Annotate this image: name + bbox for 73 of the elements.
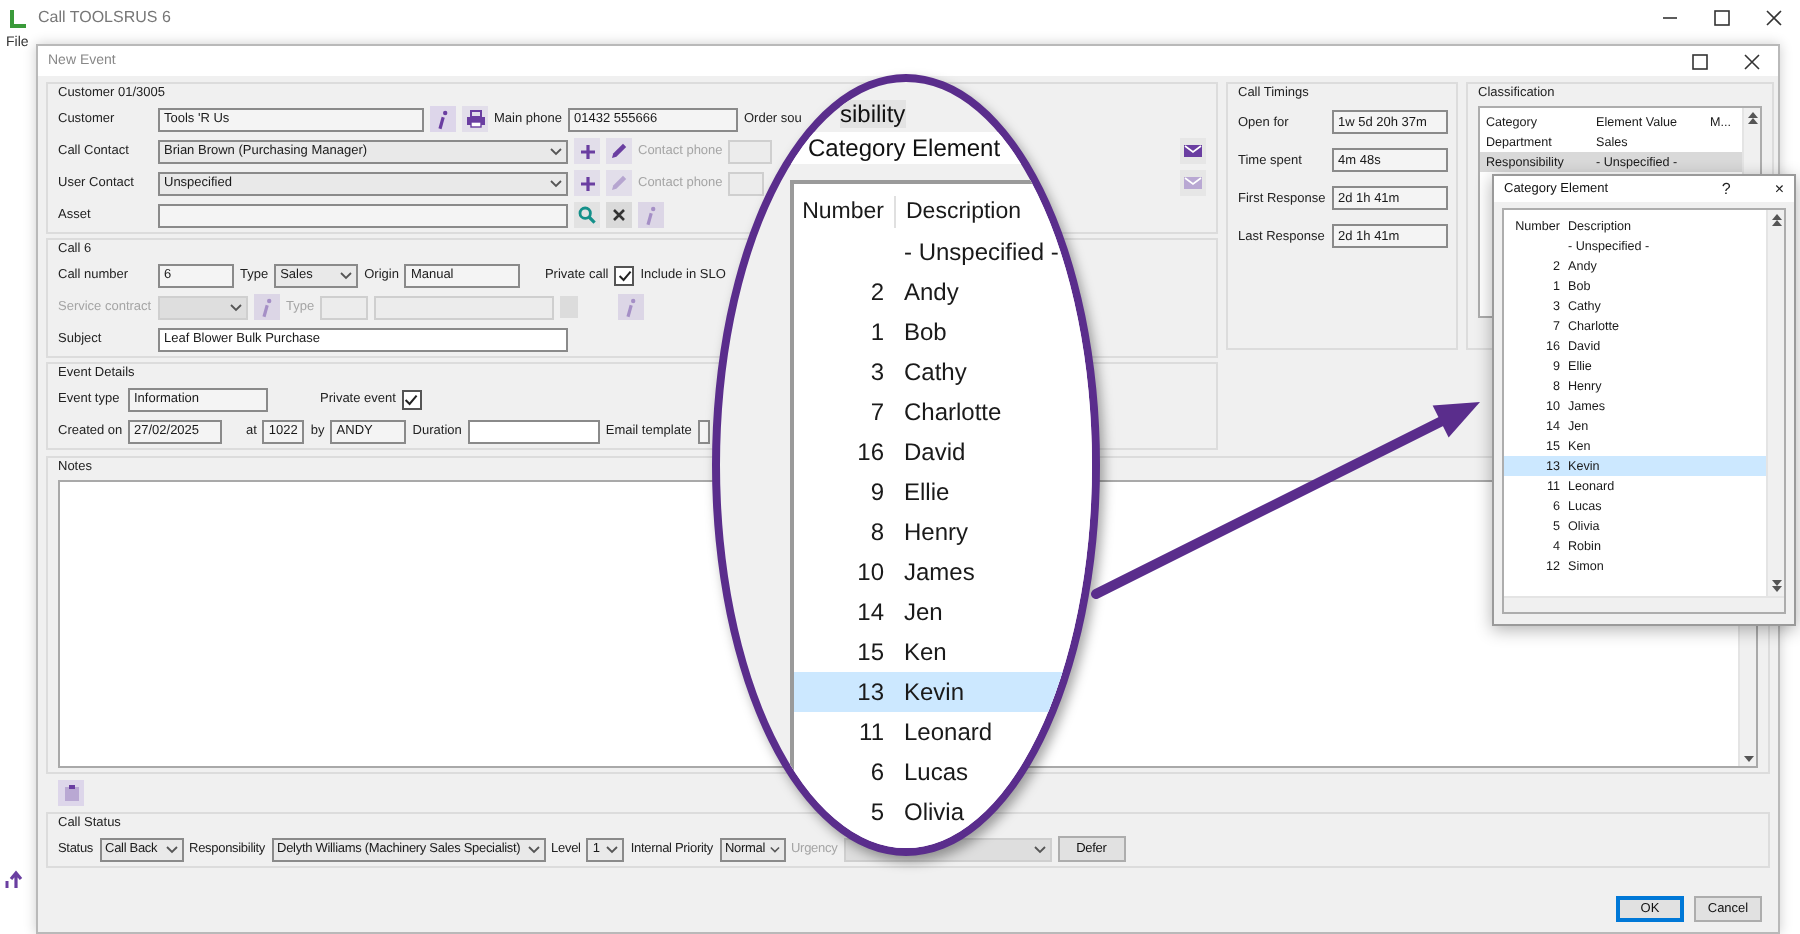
- type-description-field[interactable]: [374, 295, 555, 319]
- chevron-icon: [1033, 845, 1046, 853]
- number-cell-text: 9: [868, 478, 886, 506]
- horizontal-scrollbar[interactable]: [1504, 596, 1784, 612]
- description-cell-text: Ken: [902, 638, 947, 666]
- number-cell-text: 6: [868, 758, 886, 786]
- duration-field[interactable]: [467, 419, 600, 443]
- close-icon[interactable]: [1744, 53, 1760, 69]
- description-cell-text: Jen: [902, 598, 943, 626]
- chevron-icon: [769, 845, 780, 853]
- number-cell-text: 14: [855, 598, 886, 626]
- number-cell-text: 5: [868, 798, 886, 826]
- number-cell-text: 11: [857, 718, 886, 746]
- phone-field[interactable]: [728, 171, 765, 195]
- clipboard-icon[interactable]: [58, 780, 84, 806]
- plus-icon[interactable]: [574, 170, 600, 196]
- help-button[interactable]: ?: [1721, 180, 1731, 198]
- description-cell-text: Lucas: [902, 758, 969, 786]
- zoomed-dialog-title: Category Element: [808, 134, 1001, 162]
- chevron-icon: [550, 147, 562, 155]
- number-cell-text: 1: [868, 318, 886, 346]
- description-cell-text: James: [902, 558, 975, 586]
- column-header: Description: [904, 200, 1022, 224]
- upload-icon[interactable]: [4, 870, 24, 890]
- description-cell-text: Charlotte: [902, 398, 1002, 426]
- description-cell-text: Kevin: [902, 678, 965, 706]
- chevron-icon: [606, 845, 619, 853]
- checkbox[interactable]: [401, 389, 422, 409]
- description-cell-text: Andy: [902, 278, 959, 306]
- description-cell-text: Olivia: [902, 798, 965, 826]
- scroll-up-icon[interactable]: [1771, 212, 1781, 228]
- asset-field[interactable]: [158, 203, 568, 227]
- number-cell-text: 8: [868, 518, 886, 546]
- chevron-icon: [165, 845, 178, 853]
- description-cell-text: David: [902, 438, 966, 466]
- pencil-icon[interactable]: [606, 138, 632, 164]
- phone-field[interactable]: [728, 139, 773, 163]
- description-cell-text: Leonard: [902, 718, 993, 746]
- type-field[interactable]: [320, 295, 369, 319]
- close-icon[interactable]: [1766, 9, 1782, 25]
- description-cell-text: Ellie: [902, 478, 950, 506]
- app-title: Call TOOLSRUS 6: [38, 8, 171, 26]
- close-button[interactable]: ×: [1774, 180, 1784, 198]
- chevron-icon: [230, 303, 242, 311]
- printer-icon[interactable]: [462, 106, 488, 132]
- maximize-icon[interactable]: [1692, 53, 1708, 69]
- checkbox[interactable]: [614, 265, 635, 285]
- chevron-icon: [527, 845, 540, 853]
- number-cell-text: 10: [855, 558, 886, 586]
- description-cell-text: - Unspecified -: [902, 238, 1059, 266]
- description-cell-text: Cathy: [902, 358, 967, 386]
- number-cell-text: 16: [855, 438, 886, 466]
- clear-icon[interactable]: [606, 202, 632, 228]
- template-field[interactable]: [697, 419, 710, 443]
- scroll-up-icon[interactable]: [1747, 110, 1757, 126]
- zoomed-dropdown-text: sibility: [840, 100, 906, 128]
- chevron-icon: [340, 271, 353, 279]
- envelope-icon[interactable]: [1180, 138, 1206, 164]
- number-cell-text: 3: [868, 358, 886, 386]
- maximize-icon[interactable]: [1714, 9, 1730, 25]
- description-cell-text: Henry: [902, 518, 969, 546]
- plus-icon[interactable]: [574, 138, 600, 164]
- app-icon: [10, 7, 28, 27]
- scroll-down-icon[interactable]: [1771, 578, 1781, 594]
- info-icon[interactable]: [430, 106, 456, 132]
- scrollbar[interactable]: [1766, 210, 1784, 596]
- number-cell-text: 15: [855, 638, 886, 666]
- number-cell-text: 13: [855, 678, 886, 706]
- number-cell-text: 7: [868, 398, 886, 426]
- description-cell-text: Bob: [902, 318, 947, 346]
- number-cell-text: 2: [868, 278, 886, 306]
- chevron-icon: [550, 179, 562, 187]
- column-header: Number: [800, 200, 886, 224]
